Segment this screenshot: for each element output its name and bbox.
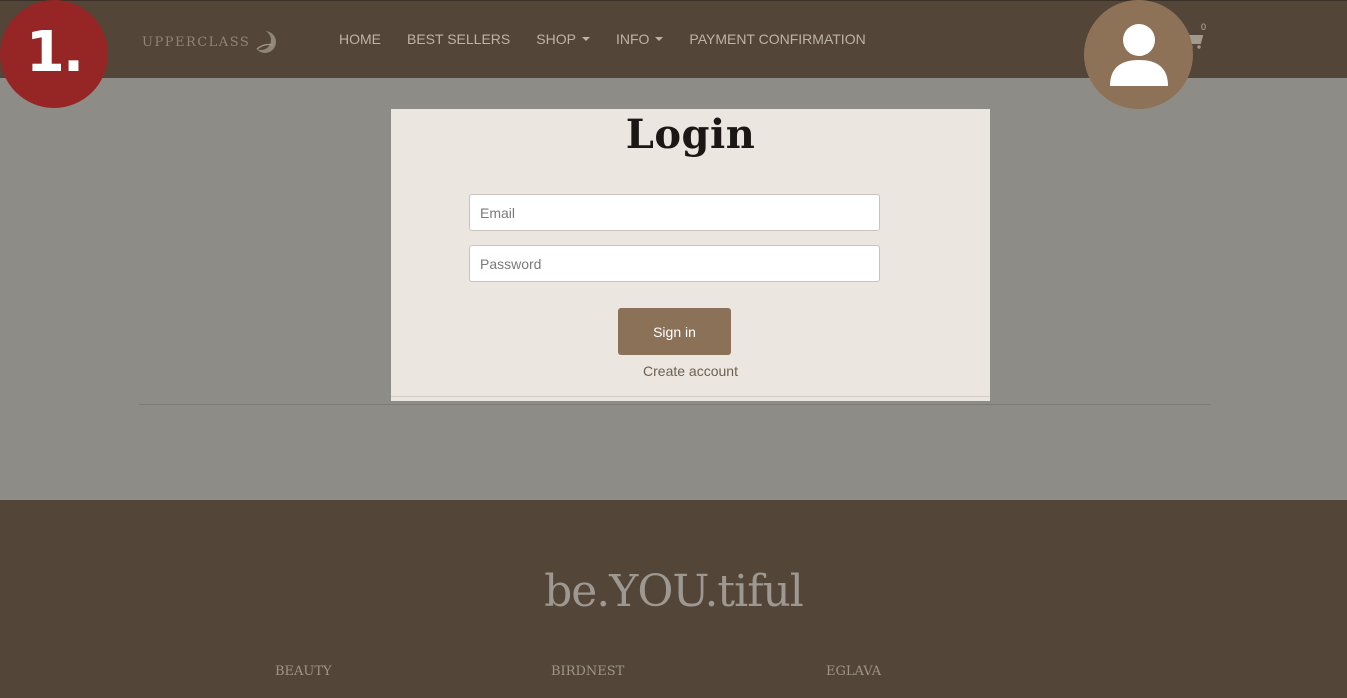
email-field[interactable] [469, 194, 880, 231]
footer-column-beauty[interactable]: BEAUTY [275, 664, 332, 679]
card-divider [391, 396, 990, 397]
user-icon [1110, 24, 1168, 86]
nav-payment-confirmation-label: PAYMENT CONFIRMATION [689, 31, 866, 47]
password-field[interactable] [469, 245, 880, 282]
create-account-link-text[interactable]: Create account [643, 363, 738, 379]
nav-payment-confirmation[interactable]: PAYMENT CONFIRMATION [689, 31, 865, 47]
step-number-badge: 1. [0, 0, 108, 108]
login-card: Login Sign in Create account [391, 109, 990, 401]
footer-column-eglava[interactable]: EGLAVA [826, 664, 881, 679]
site-footer: be.YOU.tiful BEAUTY BIRDNEST EGLAVA [0, 500, 1347, 698]
create-account-link: Create account [391, 363, 990, 379]
sign-in-button[interactable]: Sign in [618, 308, 731, 355]
nav-shop-label: SHOP [536, 31, 576, 47]
nav-best-sellers[interactable]: BEST SELLERS [407, 31, 510, 47]
nav-info-label: INFO [615, 31, 650, 47]
moon-logo-icon [252, 30, 277, 53]
caret-down-icon [581, 37, 590, 41]
footer-tagline: be.YOU.tiful [544, 566, 804, 617]
main-nav: HOME BEST SELLERS SHOP INFO PAYMENT CONF… [339, 31, 892, 47]
logo-text: UPPERCLASS [142, 34, 251, 50]
nav-shop-dropdown[interactable]: SHOP [536, 31, 590, 47]
content-divider [139, 404, 1211, 405]
user-avatar[interactable] [1084, 0, 1193, 109]
page-title: Login [625, 111, 756, 158]
footer-column-birdnest[interactable]: BIRDNEST [551, 664, 624, 679]
nav-home[interactable]: HOME [339, 31, 381, 47]
nav-home-label: HOME [339, 31, 381, 47]
brand-logo[interactable]: UPPERCLASS [142, 25, 278, 59]
caret-down-icon [655, 37, 664, 41]
step-number-label: 1. [25, 19, 84, 85]
cart-count-badge: 0 [1201, 22, 1207, 32]
nav-best-sellers-label: BEST SELLERS [407, 31, 511, 47]
nav-info-dropdown[interactable]: INFO [615, 31, 664, 47]
